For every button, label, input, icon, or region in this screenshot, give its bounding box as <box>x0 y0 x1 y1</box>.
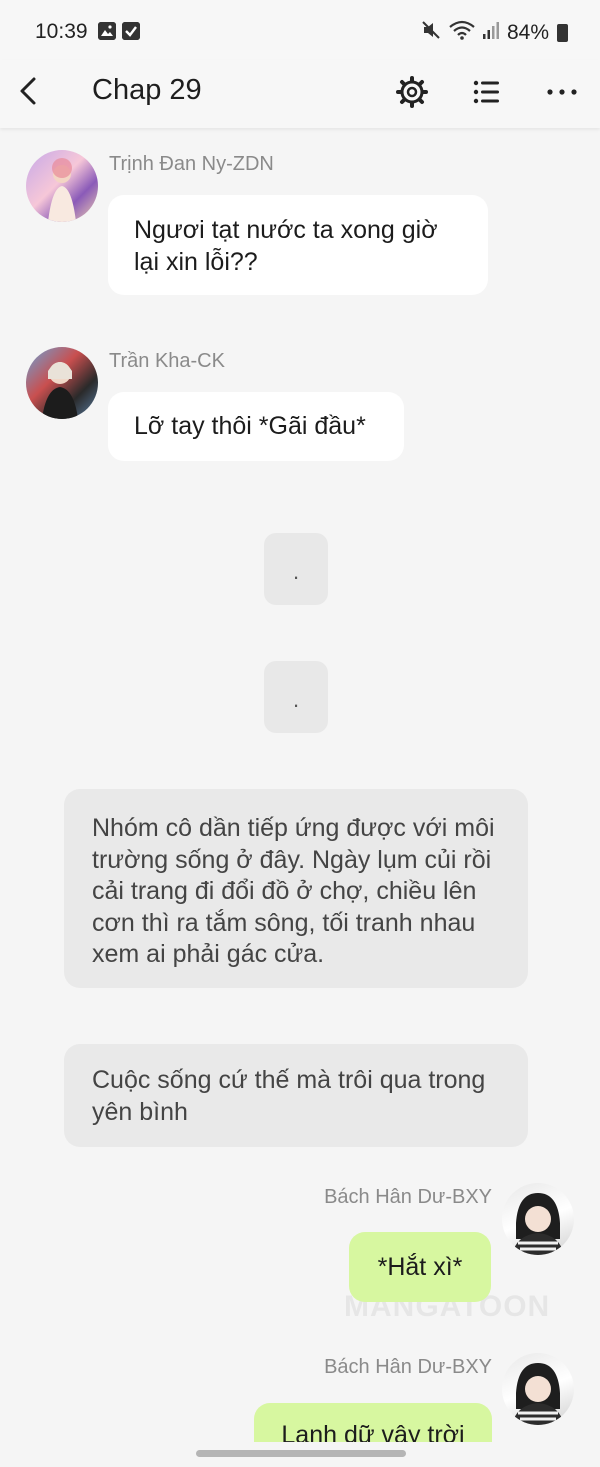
sender-name: Bách Hân Dư-BXY <box>324 1356 492 1378</box>
chapter-header: Chap 29 <box>0 60 600 128</box>
battery-icon <box>557 24 568 42</box>
narration-box: Cuộc sống cứ thế mà trôi qua trong yên b… <box>64 1044 528 1147</box>
signal-icon <box>482 21 499 45</box>
sender-name: Bách Hân Dư-BXY <box>324 1186 492 1208</box>
chapter-title: Chap 29 <box>92 74 202 106</box>
home-indicator[interactable] <box>196 1450 406 1457</box>
avatar[interactable] <box>502 1183 574 1255</box>
pause-dot-box: . <box>264 533 328 605</box>
pause-dot-box: . <box>264 661 328 733</box>
message-bubble: Ngươi tạt nước ta xong giờ lại xin lỗi?? <box>108 195 488 295</box>
wifi-icon <box>449 20 475 46</box>
message-bubble: *Hắt xì* <box>349 1232 491 1302</box>
mute-icon <box>421 20 441 46</box>
gallery-notification-icon <box>98 22 116 40</box>
status-time: 10:39 <box>35 20 88 43</box>
list-icon[interactable] <box>466 72 506 112</box>
more-icon[interactable] <box>542 72 582 112</box>
message-text: Lạnh dữ vậy trời <box>281 1421 465 1442</box>
narration-text: Nhóm cô dần tiếp ứng được với môi trường… <box>92 814 495 968</box>
narration-box: Nhóm cô dần tiếp ứng được với môi trường… <box>64 789 528 988</box>
avatar[interactable] <box>26 150 98 222</box>
sender-name: Trịnh Đan Ny-ZDN <box>109 153 274 175</box>
sender-name: Trần Kha-CK <box>109 350 225 372</box>
gear-icon[interactable] <box>392 72 432 112</box>
message-bubble: Lạnh dữ vậy trời <box>254 1403 492 1442</box>
status-bar: 10:39 84% <box>0 0 600 60</box>
notification-icons <box>98 22 140 40</box>
pause-dot: . <box>292 687 300 712</box>
avatar[interactable] <box>502 1353 574 1425</box>
message-text: Ngươi tạt nước ta xong giờ lại xin lỗi?? <box>134 216 438 276</box>
system-status: 84% <box>421 20 568 46</box>
pause-dot: . <box>292 559 300 584</box>
battery-level: 84% <box>506 21 549 44</box>
avatar[interactable] <box>26 347 98 419</box>
message-text: Lỡ tay thôi *Gãi đầu* <box>134 412 366 440</box>
message-text: *Hắt xì* <box>377 1253 463 1281</box>
narration-text: Cuộc sống cứ thế mà trôi qua trong yên b… <box>92 1066 486 1126</box>
message-bubble: Lỡ tay thôi *Gãi đầu* <box>108 392 404 461</box>
checkbox-notification-icon <box>122 22 140 40</box>
back-icon[interactable] <box>14 74 44 110</box>
